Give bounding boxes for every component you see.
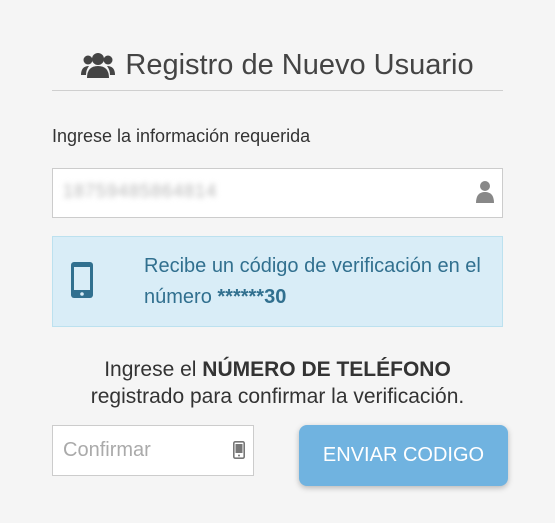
prompt-emphasis: NÚMERO DE TELÉFONO	[202, 358, 451, 381]
confirm-field[interactable]	[52, 425, 254, 476]
verification-message: Recibe un código de verificación en el n…	[144, 251, 494, 313]
mobile-phone-icon	[70, 261, 94, 299]
confirm-input[interactable]	[53, 426, 223, 475]
verification-message-text: Recibe un código de verificación en el n…	[144, 255, 481, 308]
users-icon	[81, 50, 116, 80]
prompt-prefix: Ingrese el	[104, 358, 197, 381]
confirm-prompt: Ingrese el NÚMERO DE TELÉFONO registrado…	[52, 356, 503, 410]
user-id-field[interactable]: 18759485864814	[52, 168, 503, 218]
form-subtitle: Ingrese la información requerida	[52, 126, 311, 146]
prompt-suffix: registrado para confirmar la verificació…	[90, 385, 465, 408]
masked-phone-number: ******30	[217, 286, 287, 308]
verification-info-box: Recibe un código de verificación en el n…	[52, 236, 503, 327]
page-header: Registro de Nuevo Usuario	[52, 40, 503, 91]
user-icon	[476, 180, 494, 204]
page-title: Registro de Nuevo Usuario	[125, 48, 474, 81]
send-code-button[interactable]: ENVIAR CODIGO	[299, 425, 508, 486]
user-id-value[interactable]: 18759485864814	[63, 181, 217, 202]
mobile-icon	[233, 441, 245, 459]
